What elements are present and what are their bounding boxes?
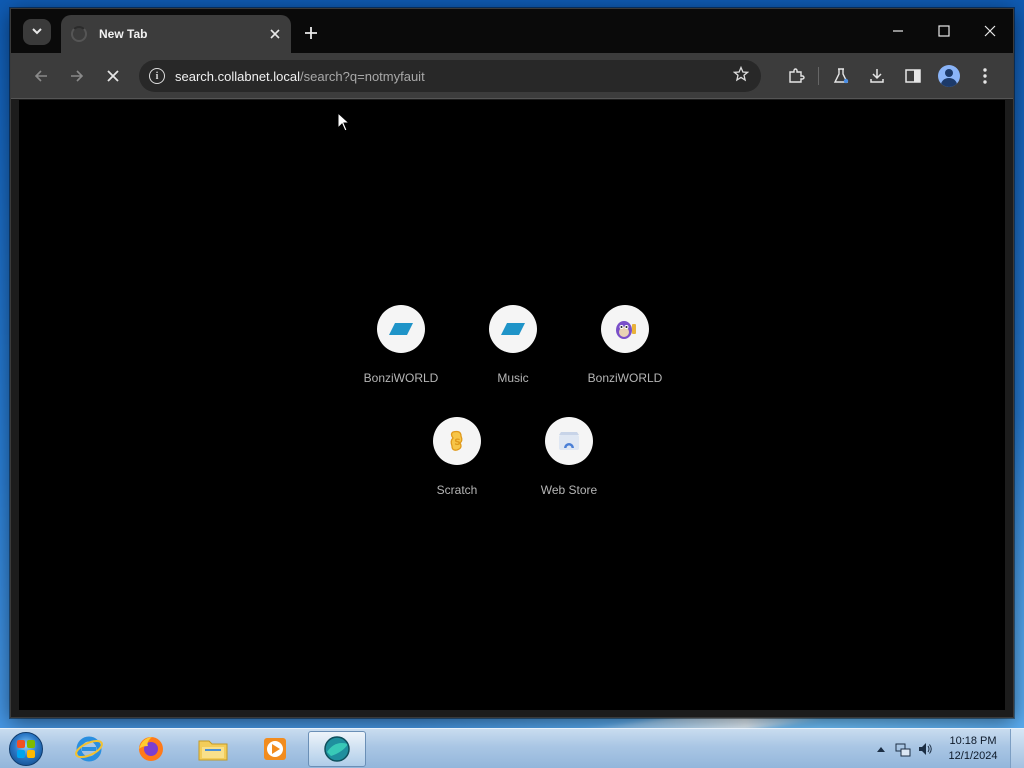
windows-logo-icon [9, 732, 43, 766]
close-icon [270, 29, 280, 39]
shortcut-tile[interactable]: Web Store [513, 417, 625, 513]
loading-spinner-icon [71, 26, 87, 42]
arrow-left-icon [34, 70, 47, 82]
puzzle-icon [789, 68, 805, 83]
tab-search-button[interactable] [23, 19, 51, 45]
close-icon [984, 25, 996, 37]
shortcut-icon-circle [377, 305, 425, 353]
shortcut-label: Web Store [540, 483, 598, 497]
new-tab-button[interactable] [299, 21, 323, 45]
shortcut-label: BonziWORLD [363, 371, 439, 385]
plus-icon [305, 27, 317, 39]
show-hidden-icons-button[interactable] [870, 738, 892, 760]
bookmark-star-icon[interactable] [732, 65, 750, 87]
site-info-icon[interactable]: i [149, 68, 165, 84]
volume-icon[interactable] [914, 738, 936, 760]
network-icon[interactable] [892, 738, 914, 760]
back-button[interactable] [27, 62, 55, 90]
shortcut-icon-circle [601, 305, 649, 353]
svg-text:S: S [454, 438, 460, 448]
address-bar[interactable]: i search.collabnet.local/search?q=notmyf… [139, 60, 761, 92]
taskbar-file-explorer[interactable] [186, 731, 240, 767]
tab-strip: New Tab [11, 9, 1013, 53]
shortcut-icon-circle [545, 417, 593, 465]
web-store-icon [559, 432, 579, 450]
downloads-button[interactable] [859, 62, 895, 90]
url-path: /search?q=notmyfauit [300, 68, 425, 84]
more-vertical-icon [983, 68, 987, 84]
clock-time: 10:18 PM [949, 735, 997, 747]
firefox-icon [139, 737, 163, 761]
file-explorer-icon [198, 740, 228, 761]
taskbar-firefox[interactable] [124, 731, 178, 767]
download-icon [870, 69, 884, 83]
bonzi-monkey-icon [616, 321, 636, 339]
shortcut-tile[interactable]: BonziWORLD [345, 305, 457, 401]
forward-button[interactable] [63, 62, 91, 90]
shortcut-tile[interactable]: Music [457, 305, 569, 401]
shortcut-grid: BonziWORLD Music BonziWORLD S Scratch We… [19, 100, 1005, 710]
chevron-down-icon [31, 25, 43, 40]
flask-icon [833, 68, 849, 84]
taskbar-media-player[interactable] [248, 731, 302, 767]
maximize-button[interactable] [921, 9, 967, 53]
toolbar-actions [778, 62, 1003, 90]
toolbar-separator [818, 67, 819, 85]
start-button[interactable] [6, 730, 46, 768]
shortcut-tile[interactable]: BonziWORLD [569, 305, 681, 401]
side-panel-icon [905, 69, 921, 83]
menu-button[interactable] [967, 62, 1003, 90]
close-icon [107, 70, 119, 82]
profile-button[interactable] [931, 62, 967, 90]
shortcut-label: Music [497, 371, 529, 385]
internet-explorer-icon [75, 736, 103, 762]
scratch-icon: S [450, 430, 463, 451]
stop-loading-button[interactable] [99, 62, 127, 90]
maximize-icon [938, 25, 950, 37]
tab-title: New Tab [99, 27, 148, 41]
minimize-icon [893, 30, 903, 32]
parallelogram-icon [501, 323, 525, 335]
labs-button[interactable] [823, 62, 859, 90]
minimize-button[interactable] [875, 9, 921, 53]
shortcut-icon-circle [489, 305, 537, 353]
tab-new-tab[interactable]: New Tab [61, 15, 291, 53]
side-panel-button[interactable] [895, 62, 931, 90]
page-content: BonziWORLD Music BonziWORLD S Scratch We… [19, 100, 1005, 710]
shortcut-label: Scratch [436, 483, 478, 497]
show-desktop-button[interactable] [1010, 729, 1024, 768]
browser-toolbar: i search.collabnet.local/search?q=notmyf… [11, 53, 1013, 99]
parallelogram-icon [389, 323, 413, 335]
tab-close-button[interactable] [265, 24, 285, 44]
media-player-icon [264, 738, 286, 760]
extensions-button[interactable] [778, 62, 814, 90]
clock-date: 12/1/2024 [948, 750, 998, 762]
shortcut-icon-circle: S [433, 417, 481, 465]
arrow-right-icon [71, 70, 84, 82]
shortcut-tile[interactable]: S Scratch [401, 417, 513, 513]
window-controls [875, 9, 1013, 53]
avatar-icon [938, 65, 960, 87]
taskbar-clock[interactable]: 10:18 PM 12/1/2024 [936, 734, 1010, 764]
browser-window: New Tab i search.collabnet.local /search… [10, 8, 1014, 718]
close-window-button[interactable] [967, 9, 1013, 53]
url-host: search.collabnet.local [175, 68, 301, 84]
system-tray: 10:18 PM 12/1/2024 [870, 729, 1024, 768]
taskbar: 10:18 PM 12/1/2024 [0, 728, 1024, 768]
taskbar-internet-explorer[interactable] [62, 731, 116, 767]
browser-icon [324, 736, 350, 762]
mouse-cursor-icon [337, 111, 351, 136]
shortcut-label: BonziWORLD [587, 371, 663, 385]
taskbar-browser[interactable] [308, 731, 366, 767]
chevron-up-icon [877, 747, 885, 752]
